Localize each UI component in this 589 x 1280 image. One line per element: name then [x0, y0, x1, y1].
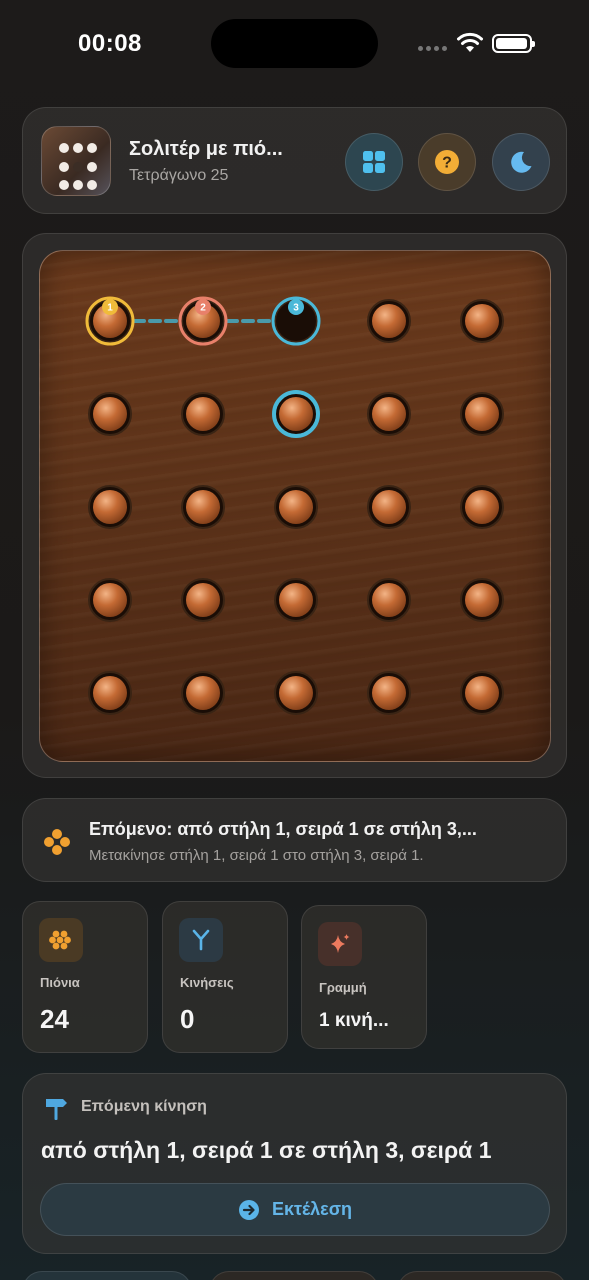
battery-icon [492, 34, 535, 53]
peg[interactable] [93, 490, 127, 524]
peg[interactable] [186, 490, 220, 524]
app-logo-icon [41, 126, 111, 196]
peg[interactable] [186, 397, 220, 431]
theme-toggle-button[interactable] [492, 133, 550, 191]
peg[interactable] [279, 490, 313, 524]
help-icon: ? [435, 150, 459, 174]
bottom-tab-1[interactable] [22, 1271, 192, 1280]
stat-streak: Γραμμή 1 κινή... [301, 905, 427, 1049]
status-time: 00:08 [78, 30, 142, 57]
peg[interactable] [465, 676, 499, 710]
execute-label: Εκτέλεση [271, 1199, 353, 1219]
hint-card: Επόμενο: από στήλη 1, σειρά 1 σε στήλη 3… [22, 798, 567, 882]
peg[interactable] [465, 304, 499, 338]
peg[interactable] [93, 583, 127, 617]
peg[interactable] [93, 397, 127, 431]
peg[interactable] [372, 583, 406, 617]
page-title: Σολιτέρ με πιό... [129, 138, 283, 160]
peg[interactable] [372, 397, 406, 431]
path-marker-label: 3 [293, 303, 299, 314]
fork-icon [179, 918, 223, 962]
peg[interactable] [372, 304, 406, 338]
stat-label: Γραμμή [319, 980, 367, 995]
next-move-text: από στήλη 1, σειρά 1 σε στήλη 3, σειρά 1 [41, 1137, 492, 1163]
path-marker-label: 2 [200, 303, 206, 314]
stat-value: 24 [40, 1004, 69, 1034]
stat-value: 0 [180, 1004, 195, 1034]
stat-moves: Κινήσεις 0 [162, 901, 288, 1053]
peg[interactable] [372, 490, 406, 524]
grid-icon [363, 151, 385, 173]
peg[interactable] [279, 583, 313, 617]
stat-label: Πιόνια [40, 975, 80, 990]
next-move-label: Επόμενη κίνηση [81, 1098, 207, 1115]
peg[interactable] [465, 397, 499, 431]
peg[interactable] [465, 583, 499, 617]
stat-value: 1 κινή... [319, 1010, 389, 1031]
stat-pegs: Πιόνια 24 [22, 901, 148, 1053]
sparkle-icon [318, 922, 362, 966]
wifi-icon [457, 32, 483, 52]
bottom-tab-3[interactable] [397, 1271, 567, 1280]
board-canvas[interactable]: 1 2 3 [40, 251, 552, 763]
peg[interactable] [279, 397, 313, 431]
hint-title: Επόμενο: από στήλη 1, σειρά 1 σε στήλη 3… [89, 819, 477, 839]
moon-icon [511, 151, 532, 173]
hive-icon [39, 918, 83, 962]
peg[interactable] [465, 490, 499, 524]
peg[interactable] [372, 676, 406, 710]
peg[interactable] [186, 676, 220, 710]
signpost-icon [46, 1099, 67, 1120]
help-button[interactable]: ? [418, 133, 476, 191]
dynamic-island [211, 19, 378, 68]
svg-text:?: ? [442, 155, 452, 172]
board-frame: 1 2 3 [22, 233, 567, 778]
bottom-tab-2[interactable] [209, 1271, 379, 1280]
game-board[interactable]: 1 2 3 [39, 250, 551, 762]
header-card: Σολιτέρ με πιό... Τετράγωνο 25 ? [22, 107, 567, 214]
peg[interactable] [186, 583, 220, 617]
stat-label: Κινήσεις [180, 975, 234, 990]
signal-icon [418, 46, 447, 51]
pegs-icon [44, 829, 70, 855]
levels-button[interactable] [345, 133, 403, 191]
peg[interactable] [93, 676, 127, 710]
peg[interactable] [279, 676, 313, 710]
hint-subtitle: Μετακίνησε στήλη 1, σειρά 1 στο στήλη 3,… [89, 847, 424, 864]
status-bar: 00:08 [0, 0, 589, 90]
next-move-card: Επόμενη κίνηση από στήλη 1, σειρά 1 σε σ… [22, 1073, 567, 1254]
execute-button[interactable]: Εκτέλεση [40, 1183, 550, 1236]
level-subtitle: Τετράγωνο 25 [129, 167, 229, 184]
path-marker-label: 1 [107, 303, 113, 314]
arrow-circle-icon [238, 1199, 259, 1220]
